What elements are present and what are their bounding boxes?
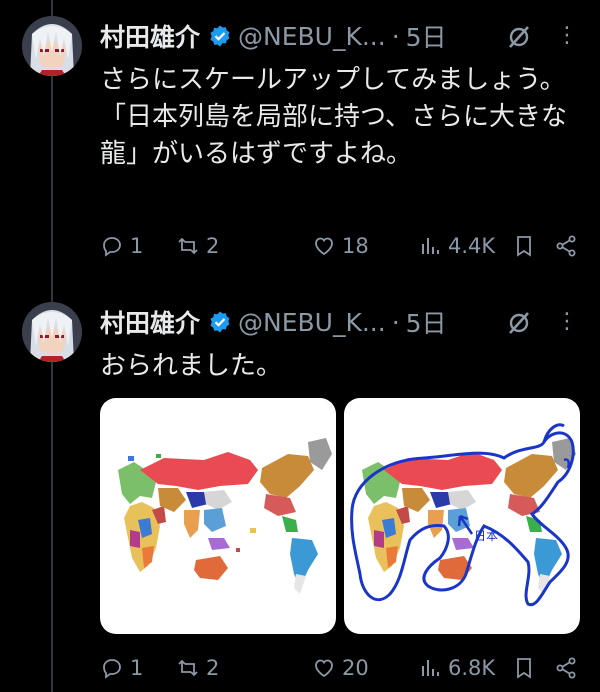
like-button[interactable]: 18 (312, 228, 369, 264)
bookmark-button[interactable] (512, 650, 542, 686)
share-icon (556, 235, 576, 257)
post-time[interactable]: 5日 (406, 18, 447, 54)
verified-badge-icon (210, 311, 230, 333)
verified-badge-icon (210, 25, 230, 47)
like-count: 18 (342, 234, 369, 258)
bookmark-icon (517, 236, 531, 257)
views-button[interactable]: 4.4K (418, 228, 495, 264)
avatar[interactable] (22, 16, 82, 76)
repost-count: 2 (206, 234, 220, 258)
repost-icon (178, 237, 198, 255)
like-icon (315, 237, 333, 256)
views-button[interactable]: 6.8K (418, 650, 495, 686)
tweet-text: おられました。 (100, 351, 283, 381)
author-name[interactable]: 村田雄介 (100, 18, 200, 54)
reply-icon (103, 237, 121, 257)
grok-icon[interactable] (506, 310, 532, 336)
author-handle[interactable]: @NEBU_K... (238, 308, 386, 337)
world-map-annotated-image[interactable]: 日本 (344, 398, 580, 634)
like-count: 20 (342, 656, 369, 680)
view-count: 4.4K (448, 234, 496, 258)
reply-button[interactable]: 1 (100, 650, 143, 686)
more-icon[interactable]: ⋮ (556, 308, 578, 336)
world-map-image[interactable] (100, 398, 336, 634)
views-icon (422, 238, 439, 254)
avatar[interactable] (22, 302, 82, 362)
view-count: 6.8K (448, 656, 496, 680)
author-name[interactable]: 村田雄介 (100, 304, 200, 340)
share-button[interactable] (554, 228, 584, 264)
share-button[interactable] (554, 650, 584, 686)
like-button[interactable]: 20 (312, 650, 369, 686)
media-grid: 日本 (100, 398, 580, 634)
bookmark-icon (517, 658, 531, 679)
tweet-1[interactable]: 村田雄介 @NEBU_K... · 5日 ⋮ さらにスケールアップしてみましょう… (0, 0, 600, 290)
author-handle[interactable]: @NEBU_K... (238, 22, 386, 51)
separator-dot: · (391, 307, 400, 337)
grok-icon[interactable] (506, 24, 532, 50)
tweet-text: さらにスケールアップしてみましょう。 「日本列島を局部に持つ、さらに大きな龍」が… (100, 65, 567, 169)
reply-count: 1 (130, 234, 144, 258)
post-time[interactable]: 5日 (406, 304, 447, 340)
repost-button[interactable]: 2 (176, 228, 219, 264)
like-icon (315, 659, 333, 678)
tweet-2[interactable]: 村田雄介 @NEBU_K... · 5日 ⋮ おられました。 日本 1 2 20… (0, 290, 600, 692)
repost-count: 2 (206, 656, 220, 680)
repost-icon (178, 659, 198, 677)
japan-label: 日本 (474, 529, 498, 543)
share-icon (556, 657, 576, 679)
separator-dot: · (391, 21, 400, 51)
action-bar: 1 2 20 6.8K (100, 650, 584, 686)
reply-icon (103, 659, 121, 679)
reply-button[interactable]: 1 (100, 228, 143, 264)
reply-count: 1 (130, 656, 144, 680)
action-bar: 1 2 18 4.4K (100, 228, 584, 264)
more-icon[interactable]: ⋮ (556, 22, 578, 50)
bookmark-button[interactable] (512, 228, 542, 264)
repost-button[interactable]: 2 (176, 650, 219, 686)
views-icon (422, 660, 439, 676)
